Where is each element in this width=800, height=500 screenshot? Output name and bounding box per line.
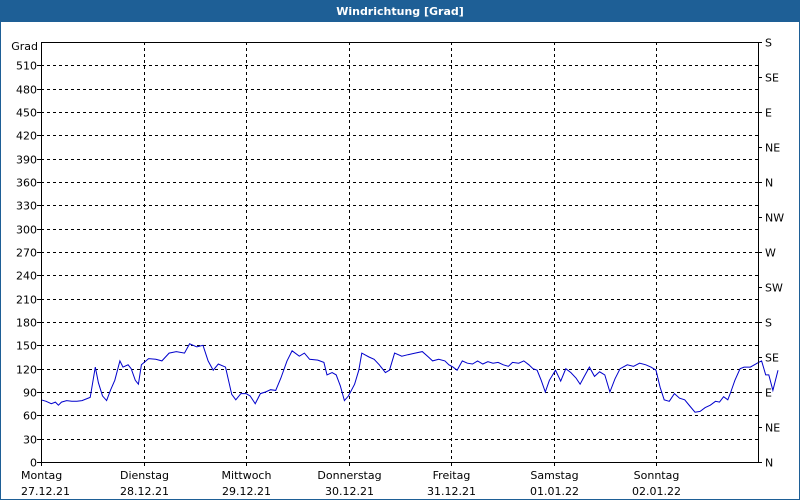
y2-tick-label: SE [765,72,779,85]
y-tick-label: 510 [16,60,37,73]
y-tick-label: 420 [16,130,37,143]
y2-tick-label: SE [765,352,779,365]
x-tick-day-label: Donnerstag [317,469,381,482]
x-tick-date-label: 02.01.22 [632,485,681,498]
y2-tick-label: W [765,247,776,260]
y-axis-label: Grad [11,40,38,53]
y2-tick-label: N [765,177,773,190]
y-tick-label: 450 [16,107,37,120]
x-tick-day-label: Dienstag [120,469,169,482]
chart-window: Windrichtung [Grad] 0 30 60 90 120 150 180 210 2… [0,0,800,500]
y2-tick-label: NE [765,422,780,435]
y-tick-label: 210 [16,294,37,307]
y2-tick-label: NE [765,142,780,155]
y-tick-label: 60 [23,410,37,423]
tick-marks [37,42,762,466]
y-tick-label: 90 [23,387,37,400]
x-tick-day-label: Samstag [530,469,578,482]
x-tick-date-label: 28.12.21 [120,485,169,498]
wind-direction-line [40,343,779,413]
x-tick-day-label: Montag [21,469,62,482]
y-tick-label: 270 [16,247,37,260]
y-tick-label: 150 [16,340,37,353]
x-tick-day-label: Sonntag [634,469,680,482]
y2-tick-label: E [765,107,772,120]
y-tick-label: 240 [16,270,37,283]
y-tick-label: 120 [16,364,37,377]
y2-tick-label: S [765,317,772,330]
data-line-layer [40,343,779,413]
y-tick-label: 30 [23,434,37,447]
y-tick-label: 180 [16,317,37,330]
y2-tick-label: N [765,457,773,470]
x-tick-day-label: Mittwoch [222,469,272,482]
y-tick-label: 390 [16,154,37,167]
axis-labels: 0 30 60 90 120 150 180 210 240 270 300 330 360 390 420… [11,37,784,499]
x-tick-date-label: 29.12.21 [222,485,271,498]
x-tick-date-label: 27.12.21 [21,485,70,498]
line-chart: 0 30 60 90 120 150 180 210 240 270 300 330 360 390 420… [11,37,784,499]
y2-tick-label: S [765,37,772,50]
y2-tick-label: E [765,387,772,400]
y2-tick-label: NW [765,212,784,225]
y-tick-label: 300 [16,224,37,237]
x-tick-date-label: 30.12.21 [325,485,374,498]
x-tick-day-label: Freitag [433,469,471,482]
y2-tick-label: SW [765,282,783,295]
y-tick-label: 330 [16,200,37,213]
grid [41,42,758,462]
y-tick-label: 360 [16,177,37,190]
y-tick-label: 480 [16,84,37,97]
y-tick-label: 0 [30,457,37,470]
x-tick-date-label: 31.12.21 [427,485,476,498]
x-tick-date-label: 01.01.22 [530,485,579,498]
